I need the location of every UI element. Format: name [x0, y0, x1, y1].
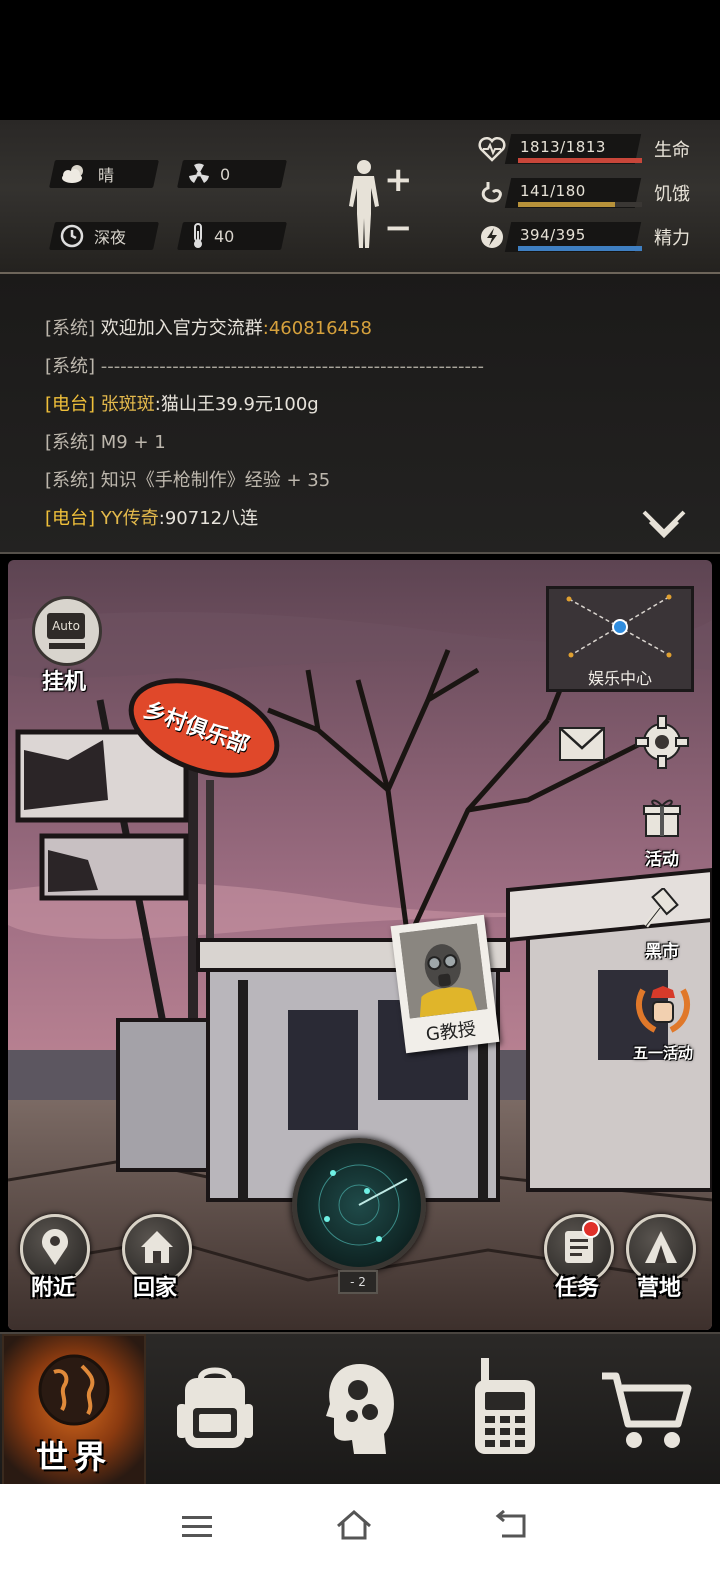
energy-bolt-icon	[478, 224, 506, 250]
body-figure-icon	[349, 160, 379, 248]
energy-bar: 394/395 精力	[478, 218, 718, 258]
auto-idle-button[interactable]: Auto 挂机	[30, 596, 102, 700]
log-line: [系统] M9 + 1	[45, 432, 166, 453]
life-label: 生命	[654, 140, 690, 161]
minimap[interactable]: 娱乐中心	[546, 586, 694, 692]
auto-label: 挂机	[41, 670, 86, 695]
camp-label: 营地	[636, 1276, 681, 1301]
life-bar: 1813/1813 生命	[478, 130, 718, 170]
activity-button[interactable]: 活动	[622, 796, 702, 870]
npc-portrait	[399, 923, 488, 1019]
time-status: 深夜	[60, 222, 126, 250]
npc-card[interactable]: G教授	[390, 914, 500, 1054]
head-gears-icon	[326, 1364, 394, 1454]
mayday-event-label: 五一活动	[632, 1044, 693, 1062]
tab-skills[interactable]	[290, 1334, 430, 1486]
radar-level: - 2	[338, 1270, 378, 1294]
stomach-icon	[478, 180, 506, 206]
weather-value: 晴	[98, 166, 115, 185]
log-line: [系统] -----------------------------------…	[45, 356, 484, 377]
menu-nav-button[interactable]	[180, 1512, 214, 1544]
tab-radio[interactable]	[435, 1334, 575, 1486]
tab-world[interactable]: 世界	[2, 1334, 146, 1490]
time-value: 深夜	[94, 228, 127, 247]
tent-icon	[645, 1231, 677, 1263]
black-market-button[interactable]: 黑市	[622, 886, 702, 962]
house-icon	[141, 1231, 173, 1263]
hunger-label: 饥饿	[654, 184, 690, 205]
world-scene[interactable]: 乡村俱乐部 Auto 挂机 娱乐中心 活动 黑市 五一活动 G教授 附近 回家 …	[8, 560, 712, 1330]
weather-status: 晴	[60, 160, 114, 188]
gas-mask-portrait-icon	[399, 923, 488, 1019]
laurel-fist-icon	[636, 986, 690, 1033]
settings-button[interactable]	[632, 712, 692, 772]
thermometer-icon	[192, 223, 204, 249]
walkie-talkie-icon	[475, 1358, 535, 1454]
home-outline-icon	[337, 1510, 371, 1540]
temperature-status: 40	[192, 222, 234, 250]
radiation-icon	[188, 163, 210, 185]
hunger-fill	[518, 202, 615, 207]
location-pin-icon	[42, 1229, 68, 1265]
heart-pulse-icon	[478, 136, 506, 162]
gift-icon	[643, 799, 681, 837]
globe-icon	[38, 1354, 110, 1426]
backpack-icon	[177, 1367, 253, 1448]
radiation-status: 0	[188, 160, 230, 188]
menu-lines-icon	[182, 1516, 212, 1537]
tab-world-label: 世界	[35, 1438, 112, 1476]
minimap-routes-icon	[566, 594, 672, 658]
log-line: [电台] YY传奇:90712八连	[45, 508, 259, 529]
auction-hammer-icon	[644, 886, 679, 928]
activity-label: 活动	[645, 850, 679, 870]
log-line-clipped: ▔▔▔▔▔▔▔▔▔▔▔	[45, 274, 198, 289]
radiation-value: 0	[220, 164, 231, 184]
status-panel: 晴 0 深夜 40 + − 1813/1813 生命 141/180 饥饿 39…	[0, 120, 720, 274]
hunger-value: 141/180	[520, 182, 586, 200]
chevron-down-icon	[642, 510, 686, 539]
gear-icon	[635, 715, 689, 769]
black-market-label: 黑市	[645, 942, 679, 962]
minimap-label: 娱乐中心	[587, 669, 652, 688]
log-line: [系统] 欢迎加入官方交流群:460816458	[45, 318, 372, 339]
home-label: 回家	[132, 1276, 177, 1301]
log-line: [电台] 张斑斑:猫山王39.9元100g	[45, 394, 319, 415]
tab-shop[interactable]	[580, 1334, 720, 1486]
body-plus-button[interactable]: +	[384, 160, 413, 200]
system-nav-bar	[0, 1484, 720, 1592]
energy-value: 394/395	[520, 226, 586, 244]
log-line: [系统] 知识《手枪制作》经验 + 35	[45, 470, 331, 491]
body-status-button[interactable]	[344, 158, 384, 256]
home-nav-button[interactable]	[334, 1508, 374, 1546]
task-notification-dot	[582, 1220, 600, 1238]
monitor-icon: Auto	[32, 596, 102, 666]
nearby-label: 附近	[30, 1276, 75, 1301]
cloud-sun-icon	[60, 163, 88, 185]
life-value: 1813/1813	[520, 138, 606, 156]
hunger-bar: 141/180 饥饿	[478, 174, 718, 214]
energy-label: 精力	[654, 228, 690, 249]
radar-button[interactable]	[292, 1138, 426, 1272]
tab-backpack[interactable]	[145, 1334, 285, 1486]
cart-icon	[602, 1372, 692, 1448]
mayday-event-button[interactable]: 五一活动	[618, 980, 708, 1063]
energy-fill	[518, 246, 642, 251]
life-fill	[518, 158, 642, 163]
message-log[interactable]: ▔▔▔▔▔▔▔▔▔▔▔ [系统] 欢迎加入官方交流群:460816458 [系统…	[0, 274, 720, 554]
expand-log-button[interactable]	[642, 510, 686, 546]
back-nav-button[interactable]	[494, 1509, 530, 1544]
temperature-value: 40	[214, 226, 235, 246]
radar-sweep-icon	[318, 1164, 408, 1246]
bottom-tab-bar: 世界	[0, 1332, 720, 1490]
back-arrow-icon	[495, 1509, 526, 1538]
clock-icon	[60, 224, 84, 248]
body-minus-button[interactable]: −	[384, 208, 413, 248]
envelope-icon	[559, 727, 605, 761]
auto-badge: Auto	[47, 613, 85, 639]
task-label: 任务	[554, 1276, 599, 1301]
mail-button[interactable]	[556, 718, 608, 770]
